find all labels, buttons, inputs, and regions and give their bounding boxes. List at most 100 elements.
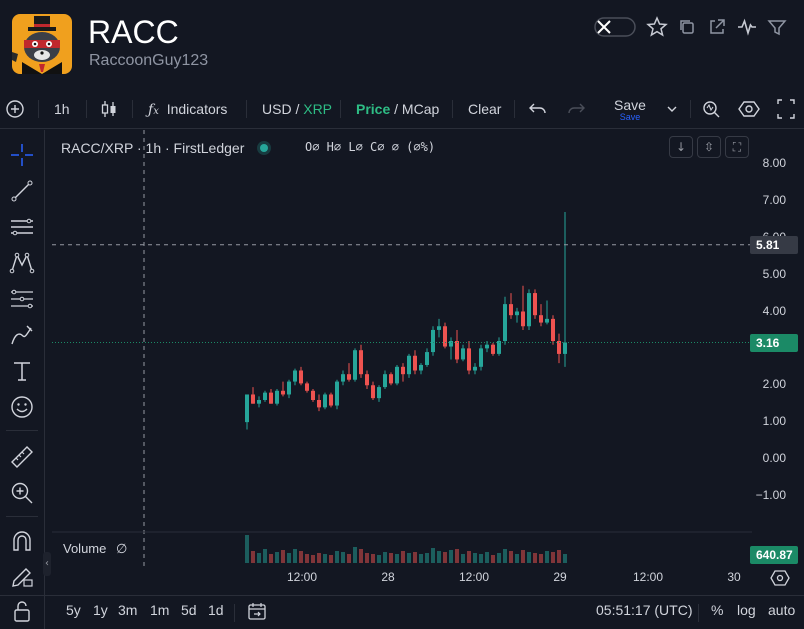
volume-bar	[257, 553, 261, 563]
price-mcap-toggle[interactable]: Price / MCap	[356, 90, 439, 128]
star-icon[interactable]	[646, 16, 668, 38]
candle-body	[341, 374, 345, 382]
owner-name[interactable]: RaccoonGuy123	[89, 52, 208, 70]
volume-bar	[515, 554, 519, 563]
percent-scale-button[interactable]: %	[711, 602, 723, 618]
clock-utc[interactable]: 05:51:17 (UTC)	[596, 602, 692, 618]
filter-icon[interactable]	[766, 16, 788, 38]
candle-body	[365, 374, 369, 386]
candle-type-icon[interactable]	[100, 90, 118, 128]
volume-bar	[395, 554, 399, 563]
volume-bar	[539, 554, 543, 563]
range-1y[interactable]: 1y	[93, 602, 108, 618]
redo-icon[interactable]	[566, 90, 586, 128]
volume-bar	[479, 554, 483, 563]
candle-body	[245, 394, 249, 423]
volume-bar	[359, 549, 363, 563]
volume-value: ∅	[116, 541, 128, 556]
candle-body	[389, 374, 393, 384]
volume-bar	[251, 551, 255, 563]
magnet-icon[interactable]	[9, 528, 35, 554]
settings-gear-icon[interactable]	[738, 90, 760, 128]
zoom-in-icon[interactable]	[9, 480, 35, 506]
time-tick-label: 12:00	[286, 570, 318, 584]
collapse-pane-icon[interactable]: ⇳	[697, 136, 721, 158]
range-5d[interactable]: 5d	[181, 602, 197, 618]
volume-bar	[437, 551, 441, 563]
go-to-date-icon[interactable]	[246, 601, 268, 627]
candle-body	[449, 341, 453, 347]
candle-body	[551, 318, 555, 341]
quote-xrp[interactable]: XRP	[303, 101, 332, 117]
quote-usd[interactable]: USD	[262, 101, 292, 117]
scroll-down-chevron-icon[interactable]: ↓	[669, 136, 693, 158]
parallel-channel-icon[interactable]	[9, 214, 35, 240]
time-axis[interactable]: 12:00 28 12:00 29 12:00 30	[52, 567, 752, 589]
quote-currency-toggle[interactable]: USD / XRP	[262, 90, 332, 128]
x-toggle-icon[interactable]	[594, 16, 638, 38]
add-symbol-icon[interactable]	[4, 90, 26, 128]
pattern-icon[interactable]	[9, 250, 35, 276]
candle-body	[419, 364, 423, 371]
volume-bar	[293, 549, 297, 563]
range-1d[interactable]: 1d	[208, 602, 224, 618]
save-button[interactable]: Save Save	[614, 97, 646, 127]
volume-bar	[509, 551, 513, 563]
volume-bar	[431, 548, 435, 563]
undo-icon[interactable]	[528, 90, 548, 128]
volume-bar	[401, 551, 405, 563]
brush-icon[interactable]	[9, 322, 35, 348]
lock-drawing-pencil-icon[interactable]	[9, 564, 35, 590]
copy-icon[interactable]	[676, 16, 698, 38]
activity-icon[interactable]	[736, 16, 758, 38]
mcap-option[interactable]: MCap	[402, 101, 439, 117]
trend-line-icon[interactable]	[9, 178, 35, 204]
maximize-pane-icon[interactable]: ⛶	[725, 136, 749, 158]
fib-retracement-icon[interactable]	[9, 286, 35, 312]
candle-body	[263, 392, 267, 400]
price-chart[interactable]	[52, 130, 752, 567]
text-tool-icon[interactable]	[9, 358, 35, 384]
candle-body	[509, 304, 513, 316]
range-3m[interactable]: 3m	[118, 602, 137, 618]
measure-ruler-icon[interactable]	[9, 444, 35, 470]
quick-search-icon[interactable]	[700, 90, 722, 128]
price-option[interactable]: Price	[356, 101, 390, 117]
interval-button[interactable]: 1h	[54, 90, 70, 128]
candle-body	[359, 350, 363, 375]
volume-tag: 640.87	[750, 546, 798, 564]
log-scale-button[interactable]: log	[737, 602, 756, 618]
volume-bar	[287, 553, 291, 563]
volume-bar	[551, 552, 555, 563]
range-1m[interactable]: 1m	[150, 602, 169, 618]
clear-button[interactable]: Clear	[468, 90, 501, 128]
auto-scale-button[interactable]: auto	[768, 602, 795, 618]
axis-settings-icon[interactable]	[770, 568, 790, 592]
range-5y[interactable]: 5y	[66, 602, 81, 618]
time-tick-label: 12:00	[632, 570, 664, 584]
header: RACC RaccoonGuy123	[0, 0, 804, 90]
price-tick-label: 8.00	[762, 156, 786, 170]
candle-body	[329, 394, 333, 406]
indicators-button[interactable]: ƒx Indicators	[148, 90, 227, 128]
volume-bar	[311, 555, 315, 563]
volume-bar	[545, 551, 549, 563]
emoji-icon[interactable]	[9, 394, 35, 420]
volume-legend[interactable]: Volume ∅	[61, 541, 130, 557]
collapse-sidebar-chevron-icon[interactable]: ‹	[43, 552, 51, 576]
external-link-icon[interactable]	[706, 16, 728, 38]
last-price-tag: 3.16	[750, 334, 798, 352]
candle-body	[521, 311, 525, 327]
price-tick-label: 2.00	[762, 377, 786, 392]
fullscreen-icon[interactable]	[776, 90, 796, 128]
crosshair-icon[interactable]	[9, 142, 35, 168]
time-tick-label: 28	[381, 570, 395, 584]
candle-body	[401, 366, 405, 375]
candle-body	[323, 394, 327, 408]
volume-bar	[425, 553, 429, 563]
candle-body	[443, 326, 447, 347]
fx-icon: ƒx	[148, 102, 159, 118]
volume-bar	[341, 552, 345, 563]
symbol-legend[interactable]: RACC/XRP · 1h · FirstLedger	[61, 140, 269, 156]
save-dropdown-chevron-icon[interactable]	[664, 90, 680, 128]
